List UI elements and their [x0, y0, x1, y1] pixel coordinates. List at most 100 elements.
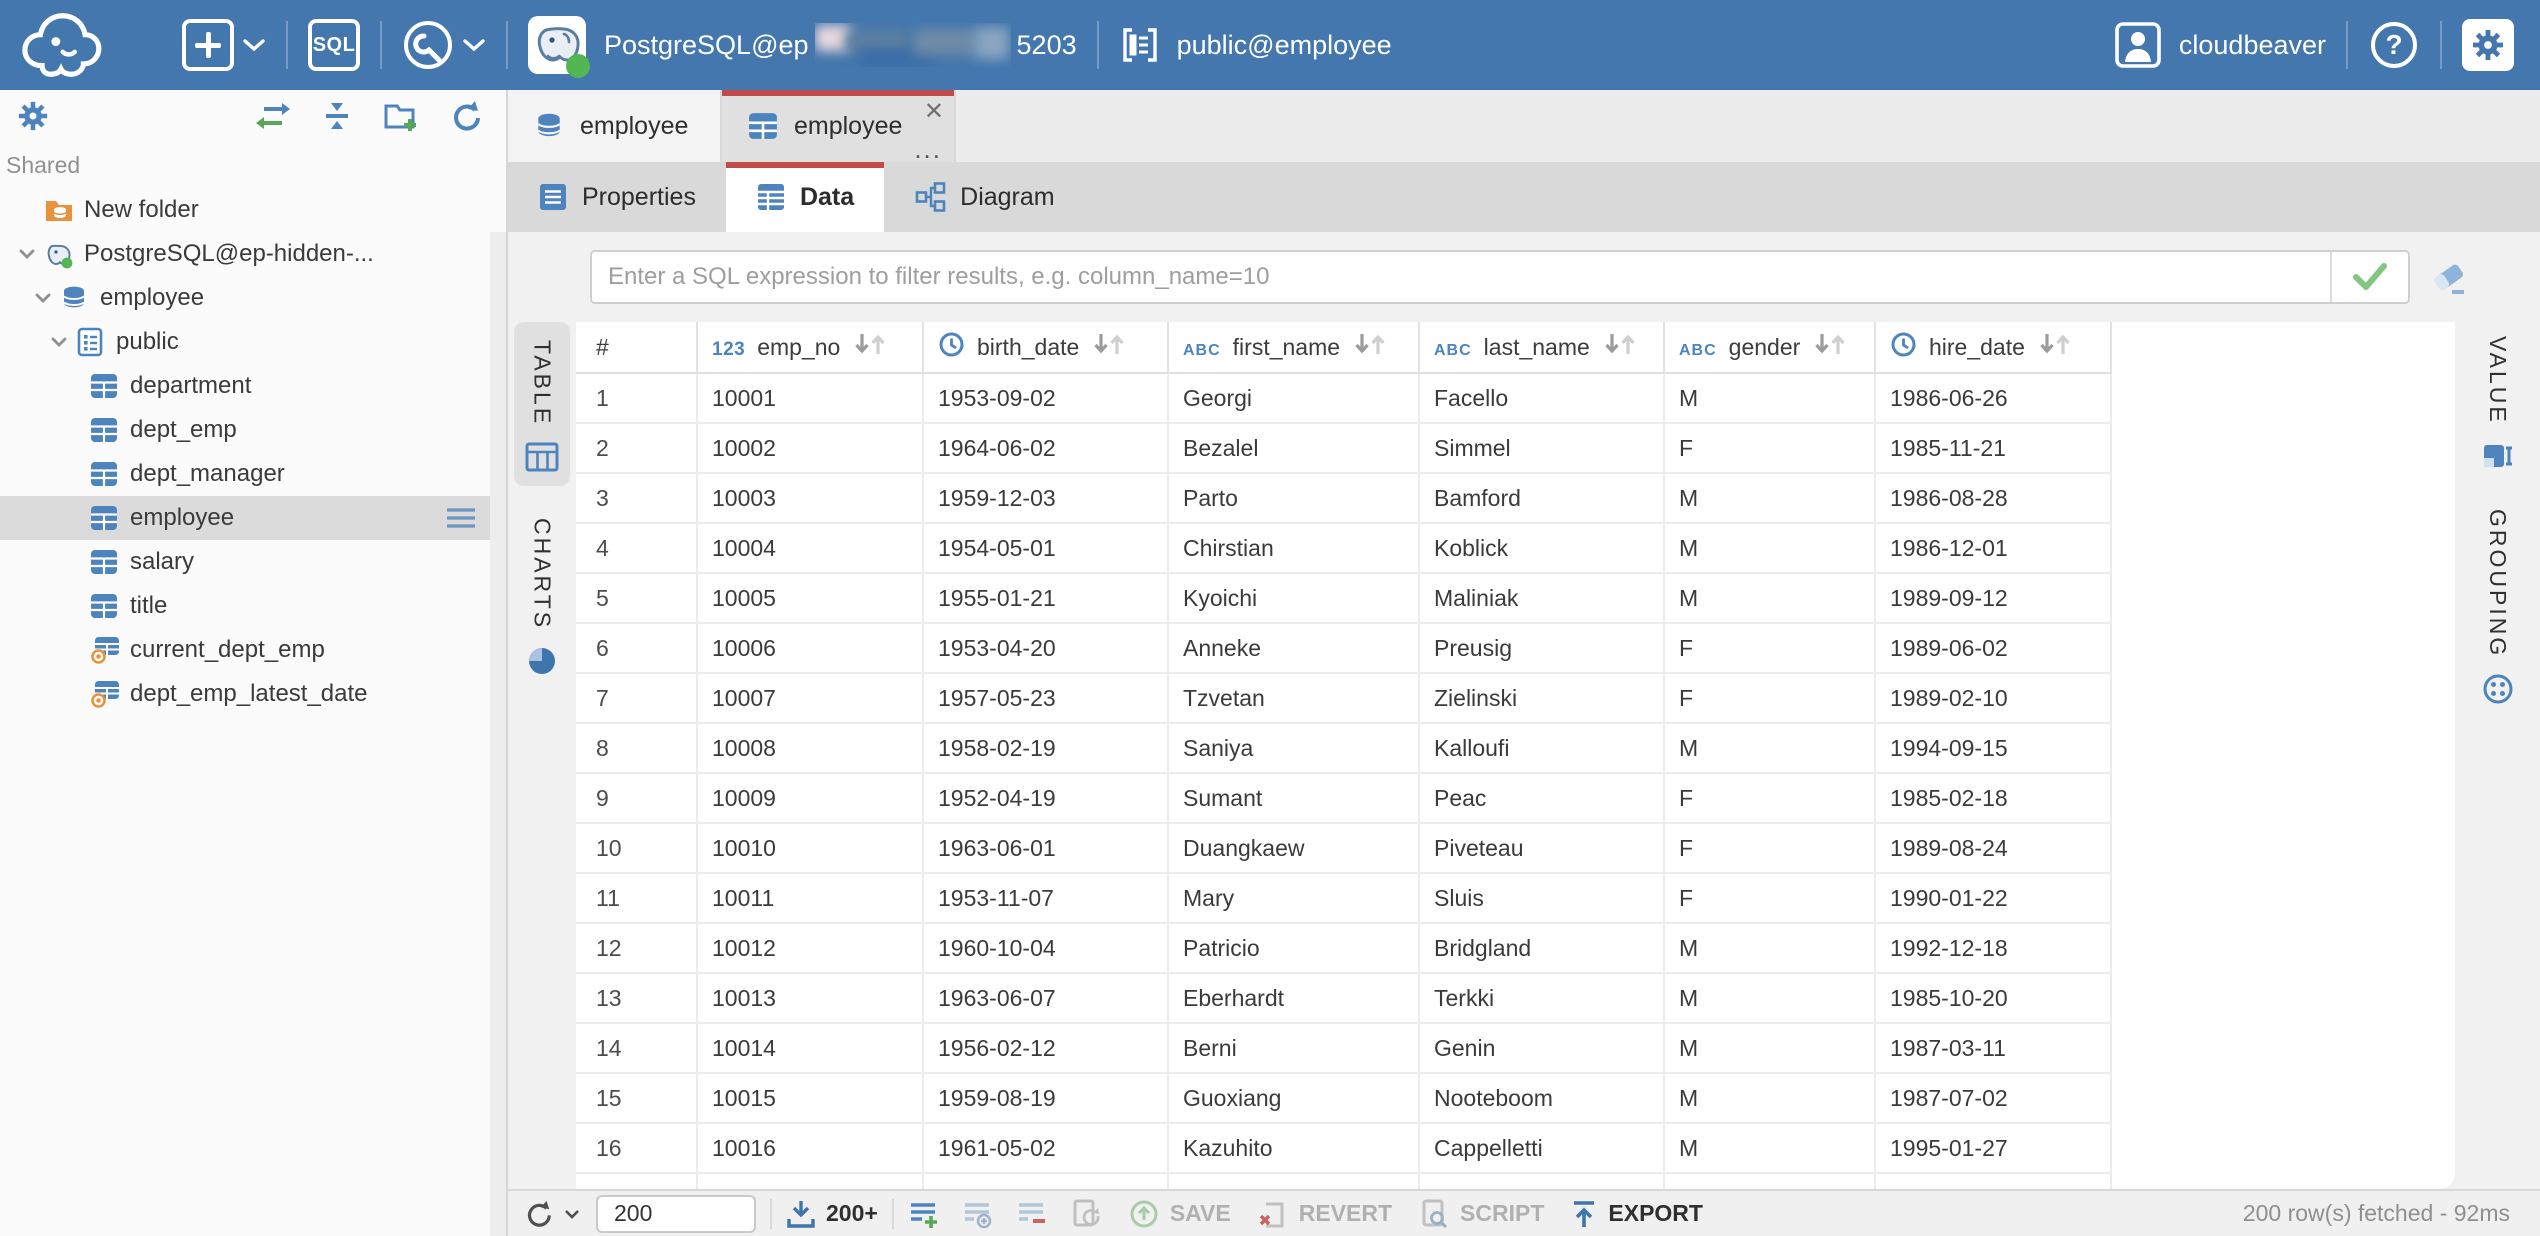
column-header-first_name[interactable]: ABCfirst_name [1169, 322, 1420, 374]
row-number-cell[interactable]: 12 [576, 924, 698, 974]
cell-gender[interactable]: M [1665, 524, 1876, 574]
cell-first_name[interactable]: Georgi [1169, 374, 1420, 424]
apply-changes-button[interactable] [1070, 1198, 1102, 1230]
filter-input[interactable] [592, 252, 2330, 302]
link-with-editor-button[interactable] [254, 97, 292, 135]
tab-employee-object[interactable]: employee [508, 90, 722, 162]
row-number-cell[interactable]: 7 [576, 674, 698, 724]
sort-icon[interactable] [1091, 331, 1127, 363]
chevron-down-icon[interactable] [42, 328, 76, 356]
tree-item-employee[interactable]: employee [0, 496, 506, 540]
cell-gender[interactable]: F [1665, 424, 1876, 474]
chevron-down-icon[interactable] [10, 240, 44, 268]
cell-hire_date[interactable]: 1994-09-15 [1876, 724, 2112, 774]
cell-emp_no[interactable]: 10015 [698, 1074, 924, 1124]
cell-last_name[interactable]: Simmel [1420, 424, 1665, 474]
cell-first_name[interactable]: Kyoichi [1169, 574, 1420, 624]
row-number-cell[interactable]: 9 [576, 774, 698, 824]
cell-emp_no[interactable]: 10010 [698, 824, 924, 874]
cell-birth_date[interactable]: 1953-11-07 [924, 874, 1169, 924]
tab-menu-icon[interactable]: ... [914, 136, 942, 162]
cell-hire_date[interactable]: 1985-10-20 [1876, 974, 2112, 1024]
cell-first_name[interactable]: Duangkaew [1169, 824, 1420, 874]
cell-gender[interactable]: F [1665, 824, 1876, 874]
cell-birth_date[interactable]: 1955-01-21 [924, 574, 1169, 624]
cell-first_name[interactable]: Mary [1169, 874, 1420, 924]
tree-item-title[interactable]: title [0, 584, 506, 628]
fetch-size-input[interactable] [596, 1195, 756, 1233]
sort-icon[interactable] [2037, 331, 2073, 363]
cell-gender[interactable]: M [1665, 1124, 1876, 1174]
apply-filter-button[interactable] [2330, 252, 2408, 302]
cell-first_name[interactable]: Sumant [1169, 774, 1420, 824]
row-number-cell[interactable]: 10 [576, 824, 698, 874]
tree-item-new-folder[interactable]: New folder [0, 188, 506, 232]
cell-emp_no[interactable]: 10005 [698, 574, 924, 624]
tab-employee-data[interactable]: employee ✕ ... [722, 90, 956, 162]
cell-hire_date[interactable]: 1989-02-10 [1876, 674, 2112, 724]
row-number-cell[interactable]: 13 [576, 974, 698, 1024]
help-button[interactable]: ? [2368, 19, 2420, 71]
cell-last_name[interactable]: Kalloufi [1420, 724, 1665, 774]
settings-button[interactable] [2462, 19, 2514, 71]
cell-emp_no[interactable]: 10008 [698, 724, 924, 774]
clear-filter-button[interactable] [2428, 256, 2472, 305]
cell-last_name[interactable]: Sluis [1420, 874, 1665, 924]
row-number-cell[interactable]: 15 [576, 1074, 698, 1124]
cell-gender[interactable]: M [1665, 374, 1876, 424]
cell-hire_date[interactable]: 1985-11-21 [1876, 424, 2112, 474]
cell-gender[interactable]: F [1665, 624, 1876, 674]
cell-emp_no[interactable]: 10001 [698, 374, 924, 424]
tab-data[interactable]: Data [726, 162, 884, 232]
cell-birth_date[interactable]: 1960-10-04 [924, 924, 1169, 974]
column-header-last_name[interactable]: ABClast_name [1420, 322, 1665, 374]
cell-emp_no[interactable]: 10012 [698, 924, 924, 974]
new-folder-button[interactable] [382, 97, 420, 135]
sql-editor-button[interactable]: SQL [308, 19, 360, 71]
cell-emp_no[interactable]: 10013 [698, 974, 924, 1024]
tree-scrollbar[interactable] [490, 232, 506, 1236]
cell-hire_date[interactable]: 1989-08-24 [1876, 824, 2112, 874]
cell-hire_date[interactable]: 1995-01-27 [1876, 1124, 2112, 1174]
cell-emp_no[interactable]: 10007 [698, 674, 924, 724]
tree-item-dept-emp-latest-date[interactable]: dept_emp_latest_date [0, 672, 506, 716]
cell-last_name[interactable]: Facello [1420, 374, 1665, 424]
cell-first_name[interactable]: Eberhardt [1169, 974, 1420, 1024]
refresh-results-button[interactable] [522, 1198, 580, 1230]
user-menu[interactable]: cloudbeaver [2113, 20, 2326, 70]
cell-hire_date[interactable]: 1985-02-18 [1876, 774, 2112, 824]
tree-item-employee[interactable]: employee [0, 276, 506, 320]
chevron-down-icon[interactable] [26, 284, 60, 312]
cell-gender[interactable]: M [1665, 574, 1876, 624]
cell-gender[interactable]: F [1665, 874, 1876, 924]
cell-first_name[interactable]: Kazuhito [1169, 1124, 1420, 1174]
cell-birth_date[interactable]: 1959-08-19 [924, 1074, 1169, 1124]
row-number-cell[interactable]: 3 [576, 474, 698, 524]
cell-first_name[interactable]: Saniya [1169, 724, 1420, 774]
delete-row-button[interactable] [1016, 1198, 1048, 1230]
cell-last_name[interactable]: Zielinski [1420, 674, 1665, 724]
cell-first_name[interactable]: Anneke [1169, 624, 1420, 674]
tab-properties[interactable]: Properties [508, 162, 726, 232]
cell-birth_date[interactable]: 1956-02-12 [924, 1024, 1169, 1074]
cell-gender[interactable]: F [1665, 674, 1876, 724]
cell-birth_date[interactable]: 1954-05-01 [924, 524, 1169, 574]
cell-hire_date[interactable]: 1986-06-26 [1876, 374, 2112, 424]
cell-hire_date[interactable]: 1986-08-28 [1876, 474, 2112, 524]
duplicate-row-button[interactable] [962, 1198, 994, 1230]
cell-hire_date[interactable]: 1987-07-02 [1876, 1074, 2112, 1124]
row-number-cell[interactable]: 6 [576, 624, 698, 674]
cell-emp_no[interactable]: 10004 [698, 524, 924, 574]
cell-emp_no[interactable]: 10011 [698, 874, 924, 924]
row-number-cell[interactable]: 16 [576, 1124, 698, 1174]
cell-emp_no[interactable]: 10009 [698, 774, 924, 824]
cell-first_name[interactable]: Bezalel [1169, 424, 1420, 474]
navigator-settings-button[interactable] [14, 97, 52, 135]
cell-hire_date[interactable]: 1989-06-02 [1876, 624, 2112, 674]
row-number-cell[interactable]: 5 [576, 574, 698, 624]
fetch-more-button[interactable]: 200+ [786, 1199, 878, 1229]
cell-emp_no[interactable]: 10006 [698, 624, 924, 674]
cell-birth_date[interactable]: 1958-02-19 [924, 724, 1169, 774]
presentation-tab-charts[interactable]: CHARTS [514, 500, 570, 690]
cell-gender[interactable]: M [1665, 1024, 1876, 1074]
